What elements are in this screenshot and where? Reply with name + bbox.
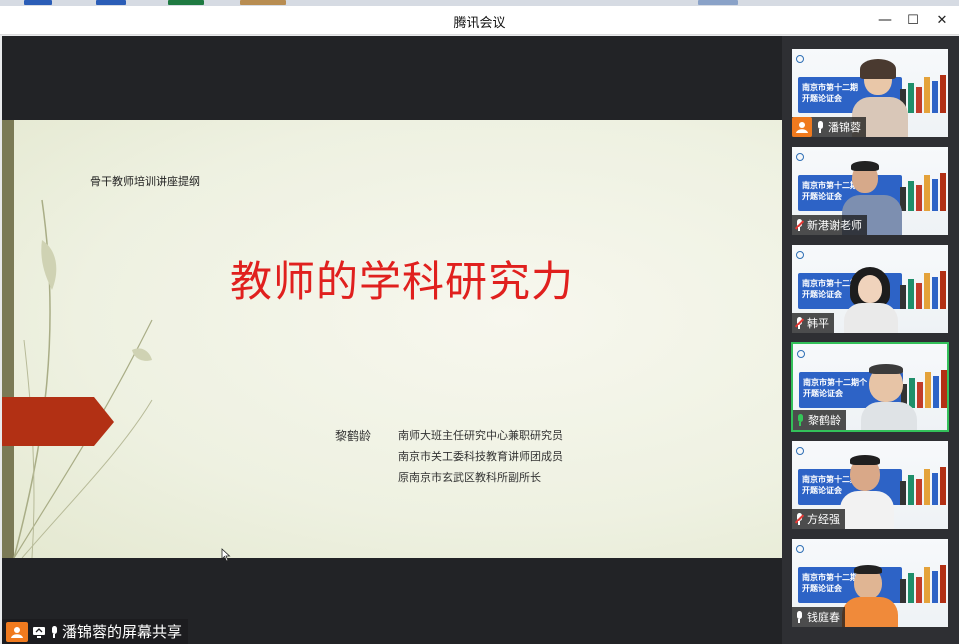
participant-tile[interactable]: 南京市第十二期 开题论证会 方经强 — [791, 440, 949, 530]
participant-name: 新港谢老师 — [807, 219, 862, 232]
microphone-icon — [795, 611, 803, 623]
microphone-icon — [816, 121, 824, 133]
participant-name: 韩平 — [807, 317, 829, 330]
microphone-icon — [50, 625, 58, 638]
screen-share-label: 潘锦蓉的屏幕共享 — [62, 623, 183, 641]
books-image — [900, 269, 946, 309]
participant-video-panel: 南京市第十二期 开题论证会 潘锦蓉 南京市第十二期 开题论证会 新港谢老师 南京… — [782, 36, 959, 644]
presentation-slide: 骨干教师培训讲座提纲 教师的学科研究力 黎鹤龄 南师大班主任研究中心兼职研究员 … — [2, 120, 782, 558]
slide-title: 教师的学科研究力 — [229, 257, 574, 306]
word-icon — [96, 0, 126, 5]
slide-author: 黎鹤龄 — [335, 429, 372, 443]
participant-name-tag: 韩平 — [792, 313, 834, 333]
participant-name-tag: 新港谢老师 — [792, 215, 867, 235]
slide-header: 骨干教师培训讲座提纲 — [90, 175, 200, 188]
participant-tile[interactable]: 南京市第十二期个 开题论证会 钱庭春 — [791, 538, 949, 628]
participant-name-tag: 潘锦蓉 — [792, 117, 866, 137]
books-image — [900, 171, 946, 211]
participant-name-tag: 方经强 — [792, 509, 845, 529]
excel-icon — [168, 0, 204, 5]
participant-name: 黎鹤龄 — [808, 414, 841, 427]
books-image — [901, 368, 947, 408]
books-image — [900, 563, 946, 603]
participant-tile[interactable]: 南京市第十二期 开题论证会 潘锦蓉 — [791, 48, 949, 138]
participant-tile[interactable]: 南京市第十二期 开题论证会 韩平 — [791, 244, 949, 334]
close-button[interactable]: ✕ — [931, 10, 953, 30]
word-icon — [24, 0, 52, 5]
participant-tile[interactable]: 南京市第十二期 开题论证会 新港谢老师 — [791, 146, 949, 236]
participant-name: 钱庭春 — [807, 611, 840, 624]
microphone-muted-icon — [794, 317, 805, 329]
app-icon — [698, 0, 738, 5]
window-title: 腾讯会议 — [453, 16, 506, 31]
participant-name-tag: 钱庭春 — [792, 607, 845, 627]
books-image — [900, 465, 946, 505]
participant-name: 方经强 — [807, 513, 840, 526]
screen-share-indicator[interactable]: 潘锦蓉的屏幕共享 — [2, 619, 189, 644]
microphone-muted-icon — [794, 219, 805, 231]
microphone-speaking-icon — [796, 414, 804, 426]
participant-tile-active-speaker[interactable]: 南京市第十二期个 开题论证会 黎鹤龄 — [791, 342, 949, 432]
minimize-button[interactable]: — — [874, 10, 896, 30]
tile-slide-text: 南京市第十二期 开题论证会 — [802, 83, 858, 103]
host-icon — [792, 117, 812, 137]
mouse-cursor-icon — [221, 548, 231, 562]
slide-role: 原南京市玄武区教科所副所长 — [398, 471, 541, 484]
user-icon — [6, 621, 28, 642]
microphone-muted-icon — [794, 513, 805, 525]
participant-name: 潘锦蓉 — [828, 121, 861, 134]
maximize-button[interactable]: ☐ — [902, 10, 924, 30]
slide-role: 南京市关工委科技教育讲师团成员 — [398, 450, 563, 463]
tile-slide-text: 南京市第十二期个 开题论证会 — [803, 378, 867, 398]
participant-name-tag: 黎鹤龄 — [793, 410, 846, 430]
slide-role: 南师大班主任研究中心兼职研究员 — [398, 429, 563, 442]
slide-arrow-shape — [2, 397, 114, 446]
title-bar: 腾讯会议 — ☐ ✕ — [0, 6, 959, 35]
books-image — [900, 73, 946, 113]
screen-share-icon — [33, 626, 45, 638]
shared-screen-stage: 骨干教师培训讲座提纲 教师的学科研究力 黎鹤龄 南师大班主任研究中心兼职研究员 … — [2, 36, 782, 644]
app-icon — [240, 0, 286, 5]
